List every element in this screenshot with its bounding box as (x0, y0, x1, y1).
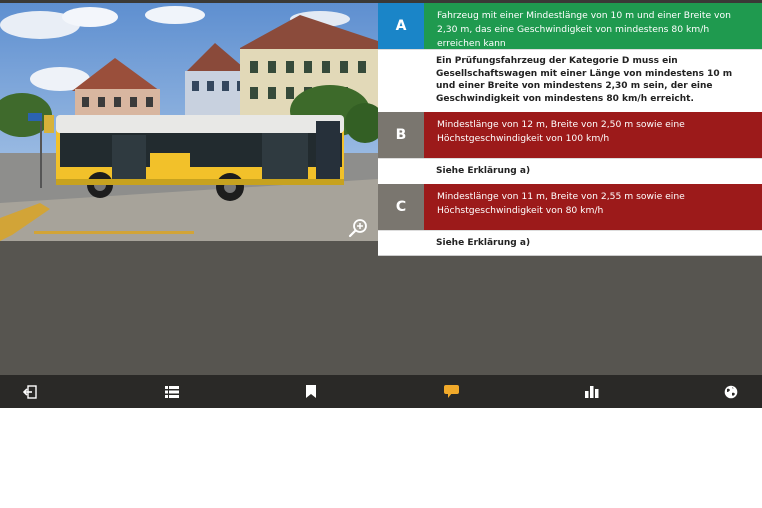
answer-explanation: Siehe Erklärung a) (378, 158, 762, 184)
answer-explanation: Ein Prüfungsfahrzeug der Kategorie D mus… (378, 49, 762, 112)
answer-list: A Fahrzeug mit einer Mindestlänge von 10… (378, 3, 762, 256)
bookmark-icon (306, 385, 316, 398)
zoom-in-icon (348, 219, 367, 238)
quiz-screen: A Fahrzeug mit einer Mindestlänge von 10… (0, 0, 762, 408)
answer-letter: C (378, 184, 424, 230)
answer-explanation: Siehe Erklärung a) (378, 230, 762, 256)
comment-icon (443, 385, 459, 398)
explanation-text: Siehe Erklärung a) (436, 237, 531, 248)
postbus-photo (0, 3, 378, 241)
exit-button[interactable] (10, 375, 50, 408)
statistics-icon (585, 386, 599, 398)
question-list-button[interactable] (152, 375, 192, 408)
answer-option-b[interactable]: B Mindestlänge von 12 m, Breite von 2,50… (378, 112, 762, 158)
zoom-button[interactable] (347, 216, 371, 240)
answer-text: Mindestlänge von 12 m, Breite von 2,50 m… (424, 112, 762, 158)
answer-letter: A (378, 3, 424, 49)
language-globe-icon (724, 385, 738, 398)
answer-letter: B (378, 112, 424, 158)
explanation-text: Ein Prüfungsfahrzeug der Kategorie D mus… (436, 56, 733, 104)
question-image (0, 3, 378, 241)
comment-button[interactable] (431, 375, 471, 408)
explanation-text: Siehe Erklärung a) (436, 166, 531, 177)
answer-option-a[interactable]: A Fahrzeug mit einer Mindestlänge von 10… (378, 3, 762, 49)
exit-icon (23, 384, 37, 399)
statistics-button[interactable] (572, 375, 612, 408)
bottom-toolbar (0, 375, 762, 408)
answer-text: Fahrzeug mit einer Mindestlänge von 10 m… (424, 3, 762, 49)
list-icon (165, 385, 179, 398)
language-button[interactable] (711, 375, 751, 408)
answer-text: Mindestlänge von 11 m, Breite von 2,55 m… (424, 184, 762, 230)
bookmark-button[interactable] (291, 375, 331, 408)
answer-option-c[interactable]: C Mindestlänge von 11 m, Breite von 2,55… (378, 184, 762, 230)
